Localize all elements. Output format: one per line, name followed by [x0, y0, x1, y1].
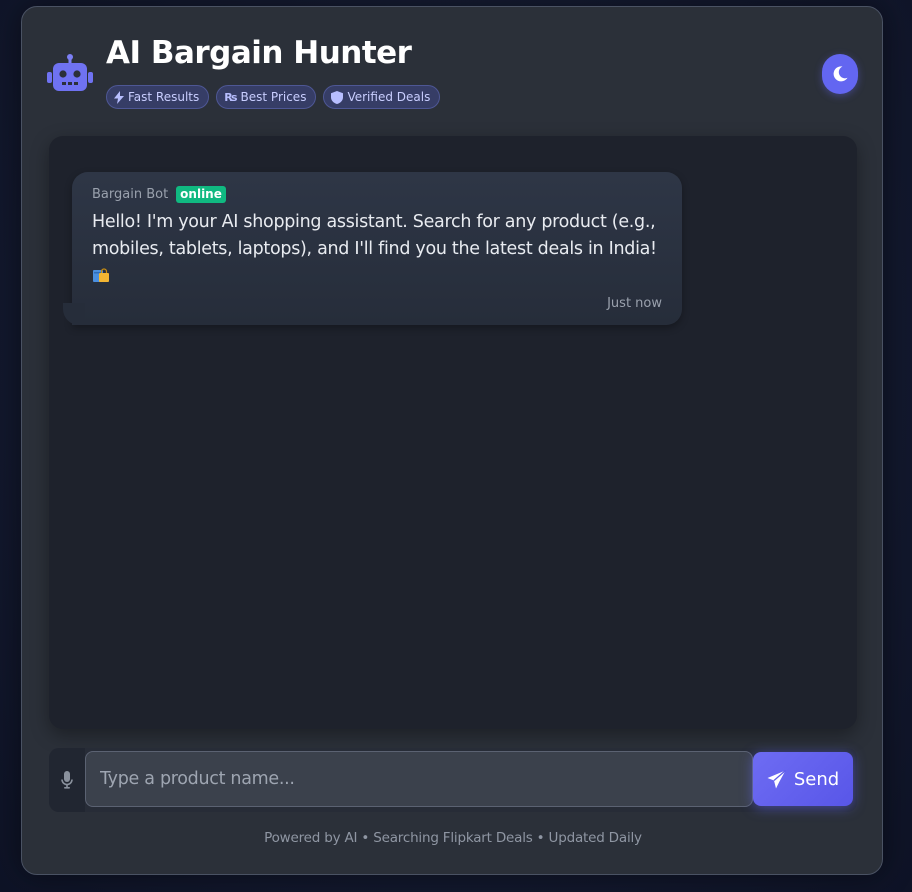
moon-icon: [833, 66, 848, 82]
message-timestamp: Just now: [607, 296, 662, 311]
badge-label: Fast Results: [128, 90, 200, 104]
theme-toggle-button[interactable]: [822, 54, 858, 94]
badge-label: Best Prices: [240, 90, 307, 104]
paper-plane-icon: [767, 769, 786, 788]
footer-text: Powered by AI • Searching Flipkart Deals…: [264, 830, 642, 846]
bot-message: Bargain Bot online Hello! I'm your AI sh…: [63, 172, 682, 325]
composer-bar: Send: [49, 748, 857, 812]
send-button[interactable]: Send: [753, 752, 853, 806]
badge-best-prices: ₨ Best Prices: [216, 85, 317, 109]
product-search-input[interactable]: [85, 751, 753, 807]
shopping-bags-emoji-icon: [93, 268, 109, 282]
feature-badges: Fast Results ₨ Best Prices Verified Deal…: [106, 85, 441, 109]
shield-icon: [331, 90, 344, 104]
send-button-label: Send: [793, 768, 840, 790]
badge-label: Verified Deals: [347, 90, 431, 104]
badge-verified-deals: Verified Deals: [323, 85, 441, 109]
app-card: AI Bargain Hunter Fast Results ₨ Best Pr…: [21, 6, 883, 875]
message-tail: [63, 303, 85, 325]
bolt-icon: [114, 90, 124, 104]
rupee-icon: ₨: [224, 90, 237, 104]
chat-messages-area[interactable]: Bargain Bot online Hello! I'm your AI sh…: [49, 136, 857, 729]
sender-name: Bargain Bot: [92, 186, 169, 202]
message-text: Hello! I'm your AI shopping assistant. S…: [92, 212, 657, 259]
robot-icon: [47, 54, 93, 91]
app-title: AI Bargain Hunter: [106, 35, 412, 71]
status-badge: online: [176, 185, 226, 203]
message-header: Bargain Bot online: [92, 185, 662, 203]
badge-fast-results: Fast Results: [106, 85, 210, 109]
message-text-block: Hello! I'm your AI shopping assistant. S…: [92, 209, 662, 290]
microphone-button[interactable]: [49, 748, 85, 812]
microphone-icon: [61, 771, 73, 789]
